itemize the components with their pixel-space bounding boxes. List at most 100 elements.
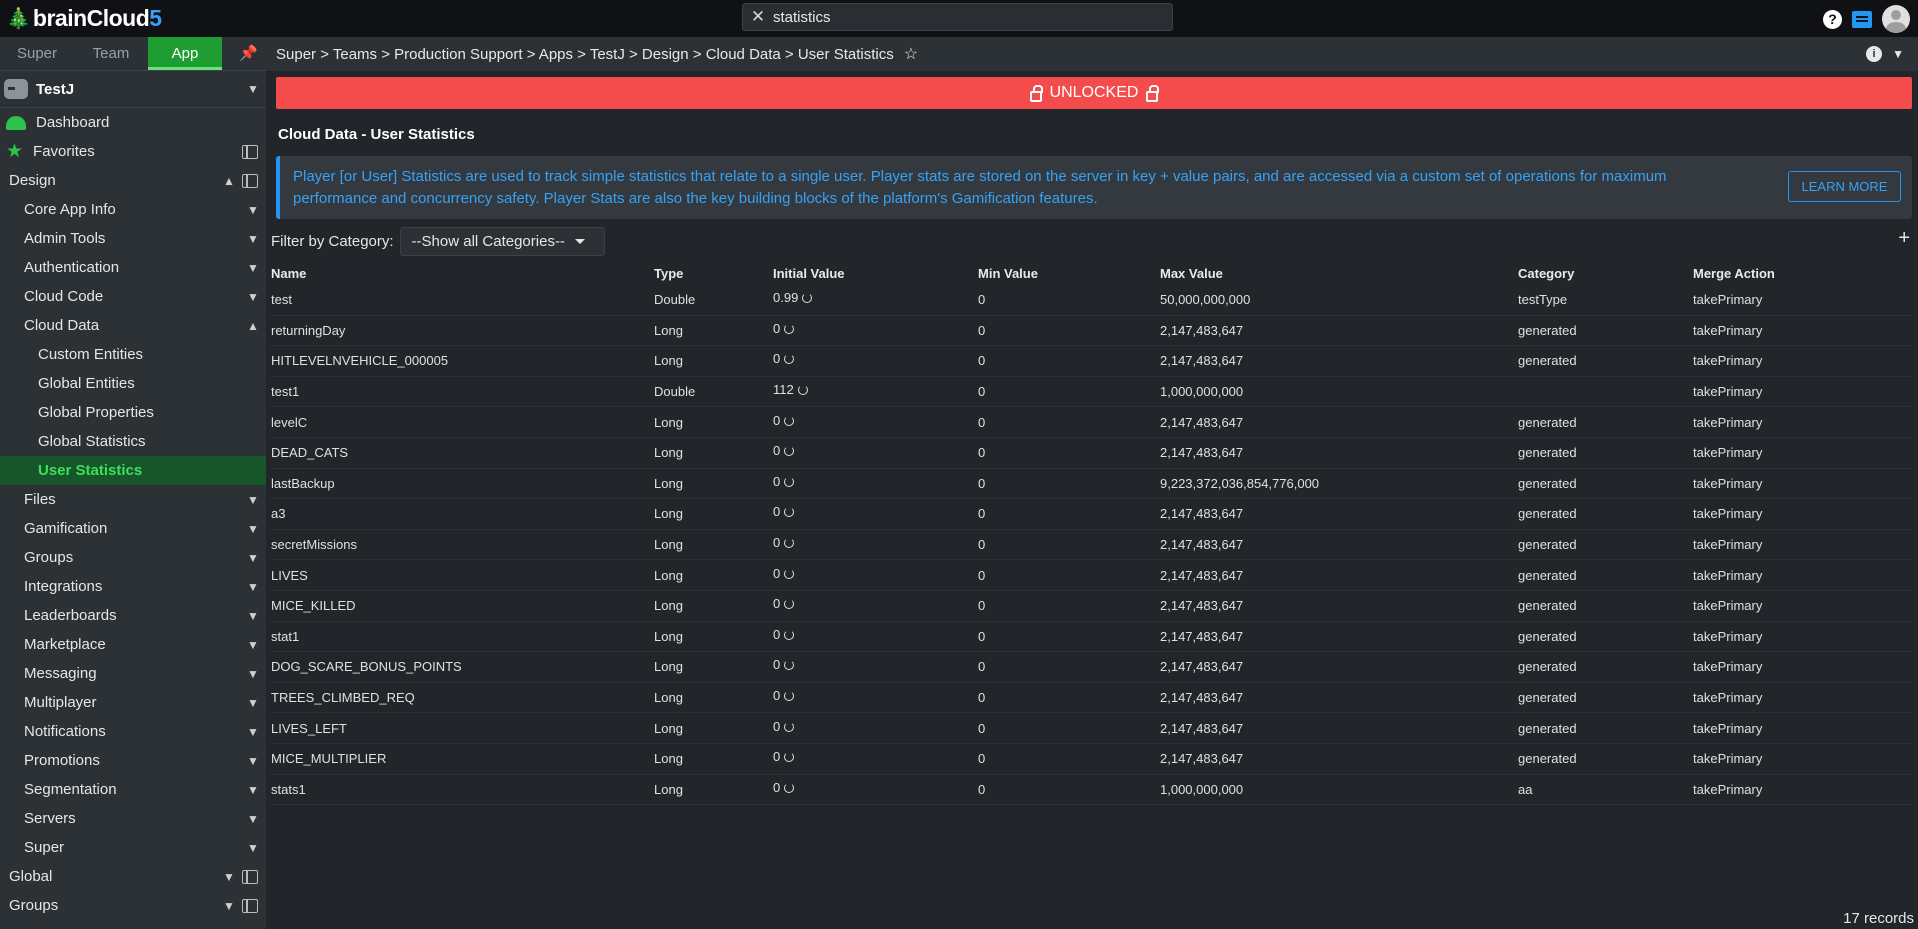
sidebar-item-admin-tools[interactable]: Admin Tools ▼	[0, 224, 266, 253]
column-header[interactable]: Min Value	[978, 266, 1160, 281]
table-cell: returningDay	[271, 323, 654, 338]
table-row[interactable]: lastBackup Long 0 0 9,223,372,036,854,776,00…	[271, 469, 1912, 500]
favorite-star-icon[interactable]: ☆	[904, 44, 918, 64]
table-row[interactable]: DEAD_CATS Long 0 0 2,147,483,647 generated tak…	[271, 438, 1912, 469]
braincloud-logo[interactable]: 🎄 brainCloud5	[6, 3, 162, 33]
sidebar-item-design[interactable]: Design ▲	[0, 166, 266, 195]
column-header[interactable]: Type	[654, 266, 773, 281]
reset-icon[interactable]	[784, 323, 795, 334]
reset-icon[interactable]	[784, 507, 795, 518]
open-panel-icon[interactable]	[242, 869, 258, 884]
category-select[interactable]: --Show all Categories--	[399, 227, 605, 256]
clear-search-icon[interactable]: ✕	[743, 7, 773, 27]
table-row[interactable]: levelC Long 0 0 2,147,483,647 generated takePr…	[271, 407, 1912, 438]
reset-icon[interactable]	[784, 476, 795, 487]
tab-app[interactable]: App	[148, 37, 222, 70]
search-input[interactable]	[773, 8, 1153, 26]
reset-icon[interactable]	[802, 293, 813, 304]
sidebar-item-groups[interactable]: Groups ▼	[0, 891, 266, 920]
breadcrumb[interactable]: Super > Teams > Production Support > App…	[276, 46, 894, 63]
reset-icon[interactable]	[784, 415, 795, 426]
column-header[interactable]: Initial Value	[773, 266, 978, 281]
sidebar-item-global[interactable]: Global ▼	[0, 862, 266, 891]
app-selector[interactable]: TestJ ▼	[0, 71, 266, 108]
sidebar-item-authentication[interactable]: Authentication ▼	[0, 253, 266, 282]
sidebar-item-dashboard[interactable]: Dashboard	[0, 108, 266, 137]
sidebar-item-custom-entities[interactable]: Custom Entities	[0, 340, 266, 369]
avatar[interactable]	[1882, 5, 1910, 33]
sidebar-item-user-statistics[interactable]: User Statistics	[0, 456, 266, 485]
chat-icon[interactable]	[1852, 10, 1872, 28]
column-header[interactable]: Name	[271, 266, 654, 281]
banner-label: UNLOCKED	[1049, 84, 1139, 101]
sidebar-item-global-properties[interactable]: Global Properties	[0, 398, 266, 427]
sidebar-item-marketplace[interactable]: Marketplace ▼	[0, 630, 266, 659]
sidebar-item-cloud-data[interactable]: Cloud Data ▲	[0, 311, 266, 340]
sidebar-item-segmentation[interactable]: Segmentation ▼	[0, 775, 266, 804]
sidebar-item-leaderboards[interactable]: Leaderboards ▼	[0, 601, 266, 630]
reset-icon[interactable]	[797, 385, 808, 396]
sidebar-item-multiplayer[interactable]: Multiplayer ▼	[0, 688, 266, 717]
table-row[interactable]: LIVES_LEFT Long 0 0 2,147,483,647 generated ta…	[271, 713, 1912, 744]
table-row[interactable]: HITLEVELNVEHICLE_000005 Long 0 0 2,147,483,6…	[271, 346, 1912, 377]
help-icon[interactable]: ?	[1823, 9, 1842, 29]
sidebar-item-favorites[interactable]: ★ Favorites	[0, 137, 266, 166]
sidebar-item-groups[interactable]: Groups ▼	[0, 543, 266, 572]
table-row[interactable]: test Double 0.99 0 50,000,000,000 testType tak…	[271, 285, 1912, 316]
reset-icon[interactable]	[784, 538, 795, 549]
table-cell: Double	[654, 292, 773, 307]
table-row[interactable]: returningDay Long 0 0 2,147,483,647 generated…	[271, 316, 1912, 347]
sidebar-item-global-entities[interactable]: Global Entities	[0, 369, 266, 398]
table-row[interactable]: MICE_MULTIPLIER Long 0 0 2,147,483,647 genera…	[271, 744, 1912, 775]
table-row[interactable]: test1 Double 112 0 1,000,000,000 takePrimary	[271, 377, 1912, 408]
top-bar: 🎄 brainCloud5 ✕ ?	[0, 0, 1918, 37]
table-row[interactable]: stat1 Long 0 0 2,147,483,647 generated takePri…	[271, 622, 1912, 653]
reset-icon[interactable]	[784, 568, 795, 579]
cell-value: 0	[773, 779, 781, 795]
column-header[interactable]: Max Value	[1160, 266, 1518, 281]
reset-icon[interactable]	[784, 446, 795, 457]
table-row[interactable]: MICE_KILLED Long 0 0 2,147,483,647 generated t…	[271, 591, 1912, 622]
cell-value: DEAD_CATS	[271, 445, 349, 461]
unlocked-banner[interactable]: UNLOCKED	[276, 77, 1912, 109]
sidebar-item-files[interactable]: Files ▼	[0, 485, 266, 514]
reset-icon[interactable]	[784, 354, 795, 365]
reset-icon[interactable]	[784, 752, 795, 763]
table-row[interactable]: LIVES Long 0 0 2,147,483,647 generated takePri…	[271, 560, 1912, 591]
learn-more-button[interactable]: LEARN MORE	[1788, 171, 1901, 202]
table-row[interactable]: a3 Long 0 0 2,147,483,647 generated takePrimar…	[271, 499, 1912, 530]
chevron-down-icon[interactable]: ▼	[1892, 47, 1904, 61]
table-row[interactable]: secretMissions Long 0 0 2,147,483,647 generat…	[271, 530, 1912, 561]
reset-icon[interactable]	[784, 629, 795, 640]
table-cell: 0	[978, 476, 1160, 491]
column-header[interactable]: Merge Action	[1693, 266, 1912, 281]
sidebar-item-messaging[interactable]: Messaging ▼	[0, 659, 266, 688]
table-cell: 0	[773, 504, 978, 519]
tab-team[interactable]: Team	[74, 37, 148, 70]
reset-icon[interactable]	[784, 660, 795, 671]
tab-super[interactable]: Super	[0, 37, 74, 70]
column-header[interactable]: Category	[1518, 266, 1693, 281]
open-panel-icon[interactable]	[242, 173, 258, 188]
sidebar-item-global-statistics[interactable]: Global Statistics	[0, 427, 266, 456]
table-row[interactable]: TREES_CLIMBED_REQ Long 0 0 2,147,483,647 gene…	[271, 683, 1912, 714]
add-icon[interactable]: +	[1898, 227, 1910, 250]
info-icon[interactable]: i	[1866, 46, 1882, 62]
sidebar-item-core-app-info[interactable]: Core App Info ▼	[0, 195, 266, 224]
sidebar-item-super[interactable]: Super ▼	[0, 833, 266, 862]
table-row[interactable]: DOG_SCARE_BONUS_POINTS Long 0 0 2,147,483,64…	[271, 652, 1912, 683]
reset-icon[interactable]	[784, 721, 795, 732]
sidebar-item-integrations[interactable]: Integrations ▼	[0, 572, 266, 601]
sidebar-item-servers[interactable]: Servers ▼	[0, 804, 266, 833]
sidebar-item-notifications[interactable]: Notifications ▼	[0, 717, 266, 746]
reset-icon[interactable]	[784, 782, 795, 793]
sidebar-item-cloud-code[interactable]: Cloud Code ▼	[0, 282, 266, 311]
sidebar-item-promotions[interactable]: Promotions ▼	[0, 746, 266, 775]
open-panel-icon[interactable]	[242, 898, 258, 913]
sidebar-item-gamification[interactable]: Gamification ▼	[0, 514, 266, 543]
pin-icon[interactable]: 📌	[222, 37, 266, 70]
table-row[interactable]: stats1 Long 0 0 1,000,000,000 aa takePrimary	[271, 775, 1912, 806]
reset-icon[interactable]	[784, 599, 795, 610]
open-panel-icon[interactable]	[242, 144, 258, 159]
reset-icon[interactable]	[784, 691, 795, 702]
